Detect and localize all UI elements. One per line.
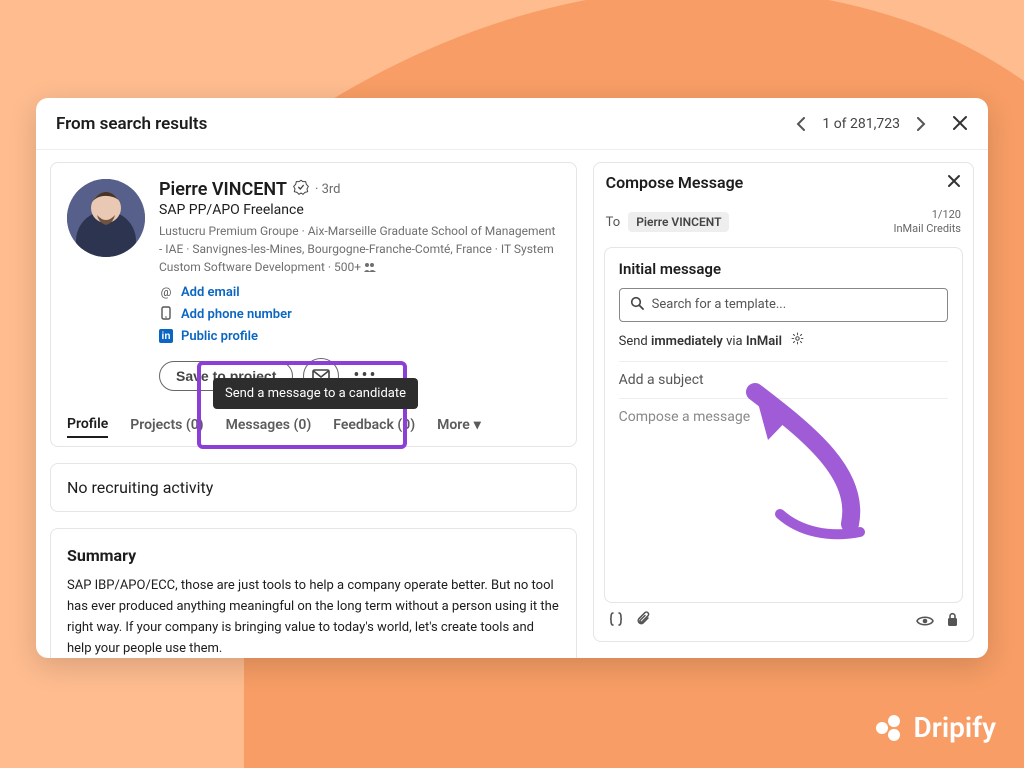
public-profile-link[interactable]: inPublic profile (159, 329, 560, 344)
verified-icon (293, 179, 309, 200)
tab-messages[interactable]: Messages (0) (226, 413, 312, 437)
tab-projects[interactable]: Projects (0) (130, 413, 203, 437)
template-search-input[interactable]: Search for a template... (619, 288, 948, 322)
profile-card: Pierre VINCENT · 3rd SAP PP/APO Freelanc… (50, 162, 577, 447)
pager: 1 of 281,723 (788, 111, 934, 137)
search-icon (630, 296, 644, 314)
compose-close-button[interactable] (947, 173, 961, 192)
eye-icon (916, 615, 934, 627)
pager-next-button[interactable] (908, 111, 934, 137)
compose-panel: Compose Message To Pierre VINCENT 1/120 … (593, 162, 974, 642)
add-email-link[interactable]: @Add email (159, 285, 560, 300)
credits-count: 1/120 (893, 208, 961, 222)
credits-label: InMail Credits (893, 222, 961, 236)
compose-title: Compose Message (606, 173, 744, 192)
recipient-chip[interactable]: Pierre VINCENT (628, 212, 729, 232)
braces-icon (608, 611, 624, 627)
chevron-left-icon (796, 117, 806, 131)
initial-message-heading: Initial message (619, 260, 948, 278)
at-icon: @ (159, 285, 173, 299)
caret-down-icon: ▾ (474, 417, 481, 433)
profile-name: Pierre VINCENT (159, 179, 287, 200)
recruiting-activity-card: No recruiting activity (50, 463, 577, 512)
close-icon (952, 115, 968, 131)
send-config-line: Send immediately via InMail (619, 332, 948, 349)
headline: SAP PP/APO Freelance (159, 202, 560, 218)
summary-card: Summary SAP IBP/APO/ECC, those are just … (50, 528, 577, 658)
add-phone-link[interactable]: Add phone number (159, 306, 560, 323)
chevron-right-icon (916, 117, 926, 131)
avatar[interactable] (67, 179, 145, 257)
insert-variable-button[interactable] (608, 611, 624, 631)
to-label: To (606, 215, 621, 230)
message-body-input[interactable]: Compose a message (619, 398, 948, 590)
connection-degree: 3rd (322, 182, 341, 197)
attach-button[interactable] (636, 611, 651, 631)
linkedin-icon: in (159, 329, 173, 343)
profile-tabs: Profile Projects (0) Messages (0) Feedba… (67, 412, 560, 438)
tab-feedback[interactable]: Feedback (0) (333, 413, 415, 437)
pager-prev-button[interactable] (788, 111, 814, 137)
tooltip: Send a message to a candidate (213, 378, 418, 409)
send-settings-button[interactable] (791, 334, 804, 349)
modal-title: From search results (56, 114, 207, 134)
close-icon (947, 174, 961, 188)
subject-input[interactable]: Add a subject (619, 361, 948, 388)
summary-title: Summary (67, 543, 560, 569)
profile-meta: Lustucru Premium Groupe · Aix-Marseille … (159, 224, 555, 274)
template-search-placeholder: Search for a template... (652, 297, 787, 312)
profile-modal: From search results 1 of 281,723 (36, 98, 988, 658)
pager-count: 1 of 281,723 (822, 116, 900, 132)
close-button[interactable] (952, 112, 968, 136)
watermark: Dripify (874, 711, 996, 744)
gear-icon (791, 332, 804, 345)
modal-header: From search results 1 of 281,723 (36, 98, 988, 150)
dripify-logo-icon (874, 712, 906, 744)
preview-button[interactable] (916, 612, 934, 631)
connections-icon (364, 259, 376, 277)
lock-icon (946, 612, 959, 627)
tab-more[interactable]: More ▾ (437, 413, 481, 437)
phone-icon (159, 306, 173, 323)
lock-indicator (946, 612, 959, 631)
paperclip-icon (636, 611, 651, 627)
summary-p1: SAP IBP/APO/ECC, those are just tools to… (67, 576, 560, 658)
tab-profile[interactable]: Profile (67, 412, 108, 438)
watermark-text: Dripify (914, 711, 996, 744)
recruiting-activity-text: No recruiting activity (67, 478, 213, 497)
